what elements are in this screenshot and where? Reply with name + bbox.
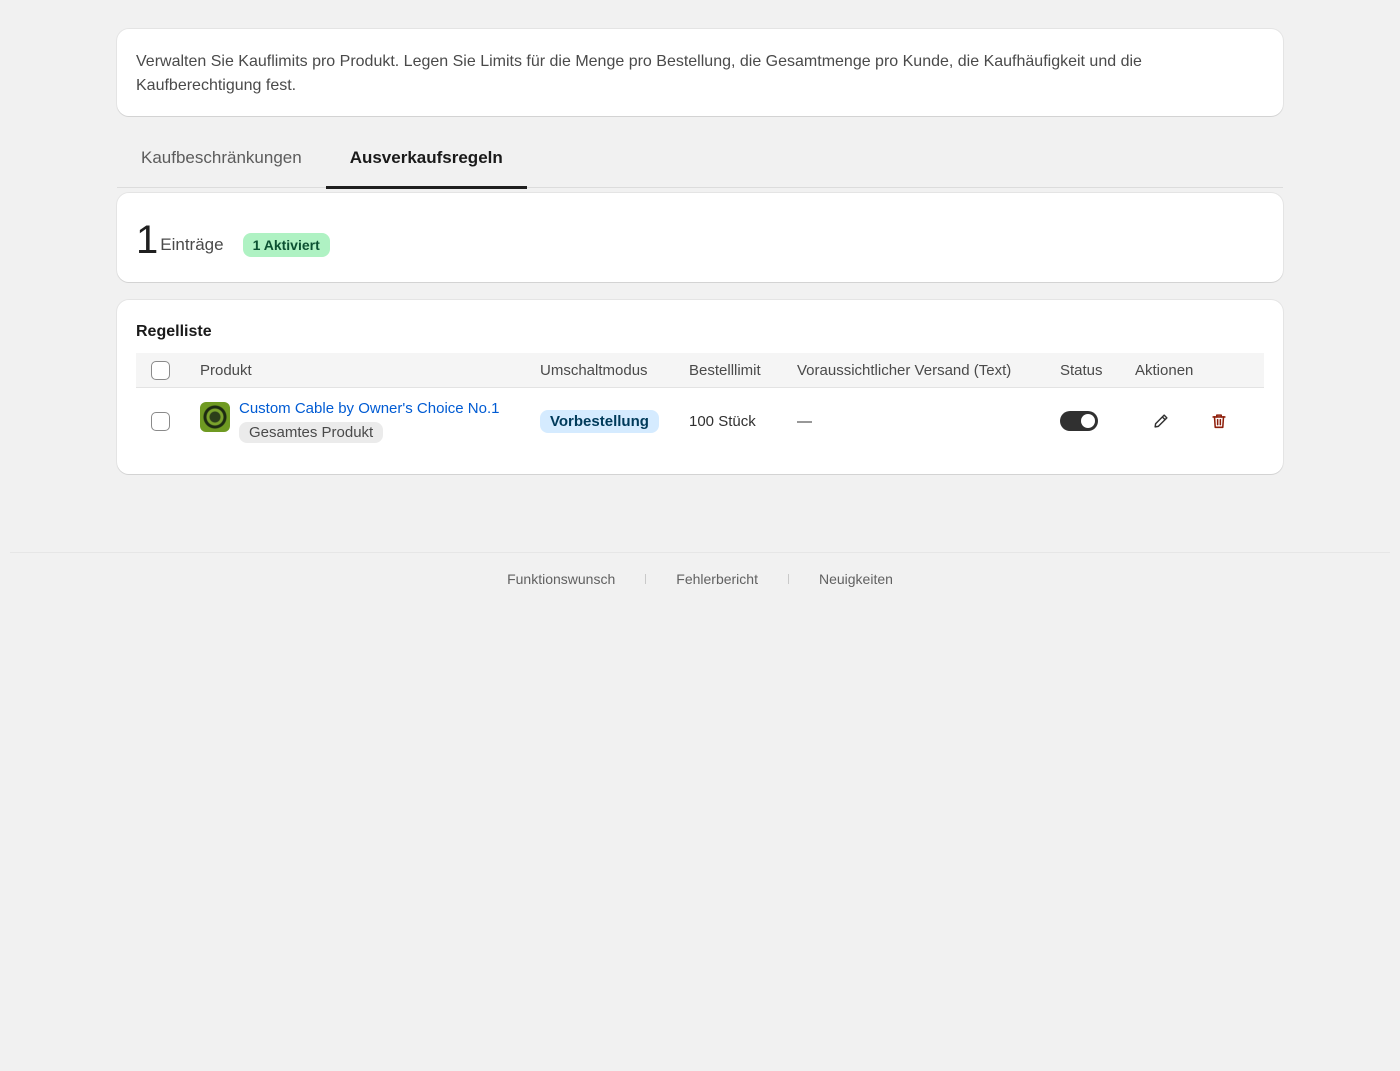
intro-card: Verwalten Sie Kauflimits pro Produkt. Le… xyxy=(117,29,1283,116)
actions-cell xyxy=(1135,411,1264,431)
footer-link-bug-report[interactable]: Fehlerbericht xyxy=(676,571,758,587)
footer-divider xyxy=(10,552,1390,553)
header-actions: Aktionen xyxy=(1135,361,1194,379)
row-checkbox[interactable] xyxy=(151,411,170,431)
summary-card: 1 Einträge 1 Aktiviert xyxy=(117,193,1283,282)
entry-count: 1 xyxy=(136,217,159,262)
tab-label: Ausverkaufsregeln xyxy=(349,148,503,167)
table-header: Produkt Umschaltmodus Bestelllimit Vorau… xyxy=(136,353,1264,388)
footer-separator xyxy=(787,574,789,584)
active-badge: 1 Aktiviert xyxy=(242,232,330,257)
pencil-icon[interactable] xyxy=(1151,411,1171,431)
select-all-checkbox[interactable] xyxy=(151,360,170,380)
status-cell xyxy=(1060,411,1135,431)
trash-icon[interactable] xyxy=(1209,411,1229,431)
footer: Funktionswunsch Fehlerbericht Neuigkeite… xyxy=(0,571,1400,587)
header-shipping: Voraussichtlicher Versand (Text) xyxy=(797,361,1012,379)
product-cell: Custom Cable by Owner's Choice No.1 Gesa… xyxy=(200,399,540,443)
header-mode: Umschaltmodus xyxy=(540,361,648,379)
footer-link-feature-request[interactable]: Funktionswunsch xyxy=(507,571,615,587)
mode-badge: Vorbestellung xyxy=(540,409,659,433)
rules-table: Produkt Umschaltmodus Bestelllimit Vorau… xyxy=(136,353,1264,454)
header-status: Status xyxy=(1060,361,1103,379)
tab-bar: Kaufbeschränkungen Ausverkaufsregeln xyxy=(117,128,1283,189)
footer-separator xyxy=(645,574,647,584)
header-limit: Bestelllimit xyxy=(689,361,761,379)
limit-cell: 100 Stück xyxy=(689,412,756,430)
rules-card: Regelliste Produkt Umschaltmodus Bestell… xyxy=(117,300,1283,474)
toggle-knob xyxy=(1081,414,1095,428)
footer-link-news[interactable]: Neuigkeiten xyxy=(819,571,893,587)
intro-text: Verwalten Sie Kauflimits pro Produkt. Le… xyxy=(136,53,1142,94)
page: Verwalten Sie Kauflimits pro Produkt. Le… xyxy=(0,0,1400,1071)
tab-sold-out-rules[interactable]: Ausverkaufsregeln xyxy=(325,128,527,189)
shipping-cell: — xyxy=(797,412,812,430)
tab-label: Kaufbeschränkungen xyxy=(141,148,302,167)
product-link[interactable]: Custom Cable by Owner's Choice No.1 xyxy=(239,399,499,419)
header-product: Produkt xyxy=(200,361,252,379)
entry-count-label: Einträge xyxy=(160,234,224,254)
tab-purchase-restrictions[interactable]: Kaufbeschränkungen xyxy=(117,128,326,188)
product-thumbnail xyxy=(200,402,230,432)
rules-title: Regelliste xyxy=(136,323,212,340)
scope-tag: Gesamtes Produkt xyxy=(239,422,384,443)
header-check-cell xyxy=(136,360,200,380)
row-check-cell xyxy=(136,411,200,431)
table-row: Custom Cable by Owner's Choice No.1 Gesa… xyxy=(136,388,1264,454)
mode-cell: Vorbestellung xyxy=(540,409,689,433)
status-toggle[interactable] xyxy=(1060,411,1098,431)
main-content: Verwalten Sie Kauflimits pro Produkt. Le… xyxy=(117,29,1283,474)
